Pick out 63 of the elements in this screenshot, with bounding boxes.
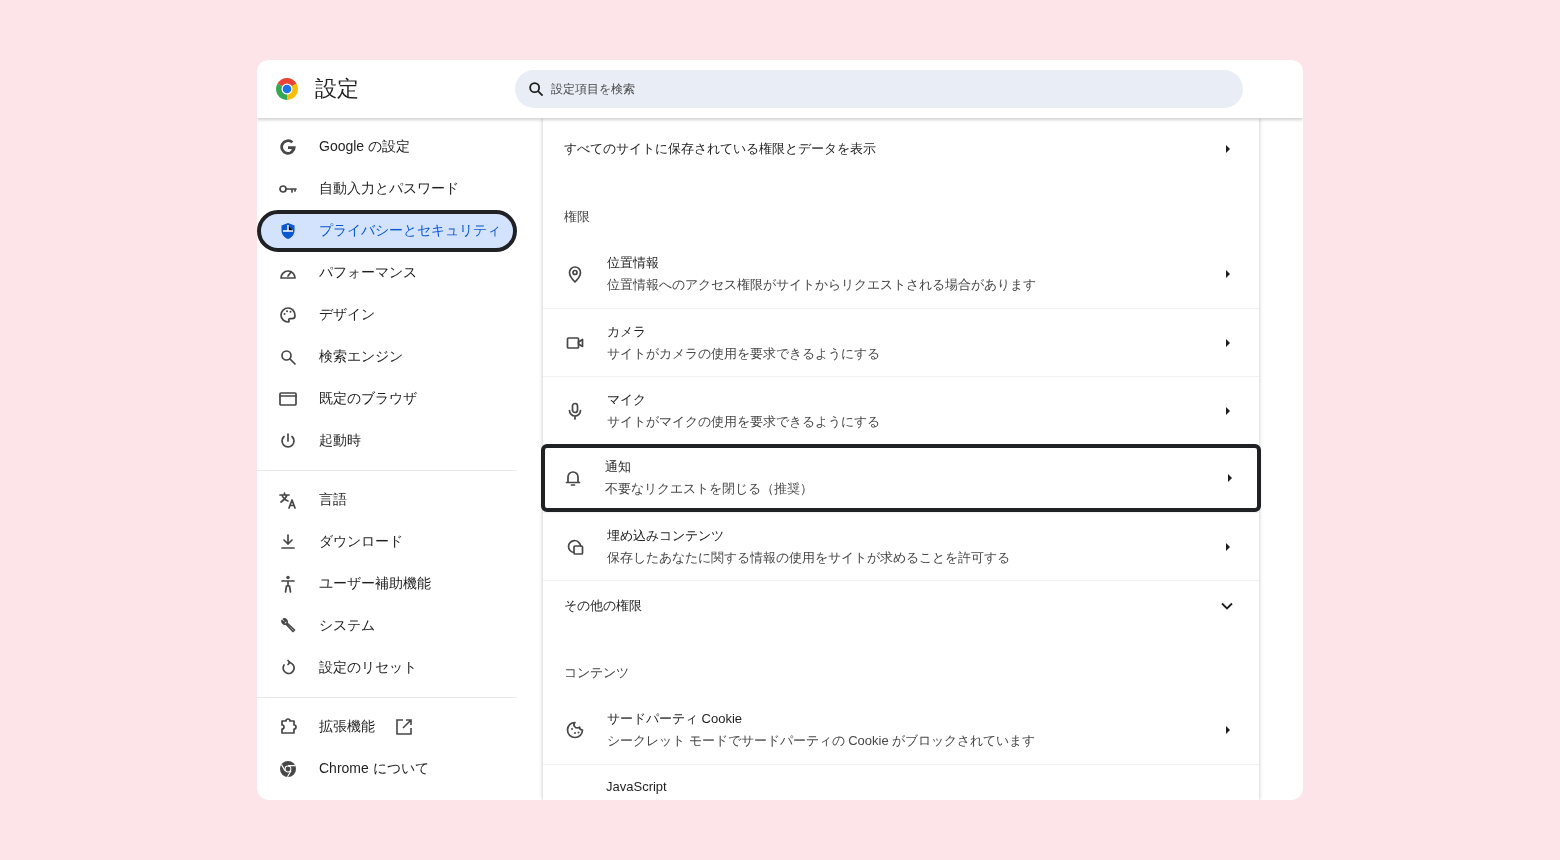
power-icon (278, 431, 298, 451)
chrome-logo-icon (278, 759, 298, 779)
section-heading: 権限 (563, 208, 591, 226)
permission-description: サイトがカメラの使用を要求できるようにする (607, 344, 881, 363)
sidebar-item[interactable]: ユーザー補助機能 (257, 563, 517, 605)
browser-window-icon (278, 389, 298, 409)
palette-icon (278, 305, 298, 325)
permission-title: カメラ (607, 322, 647, 341)
permission-description: 位置情報へのアクセス権限がサイトからリクエストされる場合があります (607, 276, 1037, 294)
search-icon (278, 347, 298, 367)
permission-description: 保存したあなたに関する情報の使用をサイトが求めることを許可する (607, 548, 1011, 567)
search-icon (527, 80, 545, 98)
sidebar-item[interactable]: 起動時 (257, 420, 517, 462)
permission-row[interactable]: 通知 不要なリクエストを閉じる（推奨） (541, 444, 1261, 512)
sidebar-item[interactable]: 既定のブラウザ (257, 378, 517, 420)
window-title: 設定 (315, 75, 360, 103)
download-icon (278, 532, 298, 552)
sidebar-item[interactable]: 言語 (257, 479, 517, 521)
permission-title: 位置情報 (607, 254, 660, 272)
bell-icon (563, 468, 583, 488)
chrome-logo-icon (275, 77, 299, 101)
puzzle-icon (278, 717, 298, 737)
sidebar-item[interactable]: 拡張機能 (257, 706, 517, 748)
translate-icon (278, 490, 298, 510)
sidebar-item[interactable]: 自動入力とパスワード (257, 168, 517, 210)
sidebar-item[interactable]: Chrome について (257, 748, 517, 790)
permission-row[interactable]: サードパーティ Cookie シークレット モードでサードパーティの Cookie がブロックされています (543, 696, 1259, 764)
arrow-right-icon (1225, 725, 1231, 735)
permission-row[interactable]: マイク サイトがマイクの使用を要求できるようにする (543, 376, 1259, 444)
section-heading: コンテンツ (563, 664, 630, 682)
settings-link-row[interactable]: すべてのサイトに保存されている権限とデータを表示 (543, 118, 1259, 180)
arrow-right-icon (1225, 144, 1231, 154)
search-field[interactable]: 設定項目を検索 (515, 70, 1243, 108)
permission-description: シークレット モードでサードパーティの Cookie がブロックされています (607, 732, 1037, 750)
permission-title: 通知 (605, 458, 632, 476)
google-g-icon (278, 137, 298, 157)
arrow-right-icon (1225, 269, 1231, 279)
arrow-right-icon (1225, 541, 1231, 552)
accessibility-icon (278, 574, 298, 594)
sidebar-item[interactable]: 設定のリセット (257, 647, 517, 689)
sidebar-item[interactable]: プライバシーとセキュリティ (257, 210, 517, 252)
sidebar-item[interactable]: システム (257, 605, 517, 647)
permission-title: サードパーティ Cookie (607, 710, 744, 728)
permission-title: 埋め込みコンテンツ (607, 526, 725, 545)
permission-row[interactable]: カメラ サイトがカメラの使用を要求できるようにする (543, 308, 1259, 376)
sidebar-item[interactable]: 検索エンジン (257, 336, 517, 378)
permission-title: マイク (607, 390, 647, 409)
permission-row[interactable]: 埋め込みコンテンツ 保存したあなたに関する情報の使用をサイトが求めることを許可する (543, 512, 1259, 580)
arrow-right-icon (1225, 337, 1231, 348)
arrow-right-icon (1225, 405, 1231, 416)
expandable-row[interactable]: その他の権限 (543, 580, 1259, 630)
arrow-right-icon (1227, 473, 1233, 483)
permission-title: JavaScript (606, 779, 667, 794)
chevron-down-icon (1221, 601, 1233, 610)
permission-description: 不要なリクエストを閉じる（推奨） (605, 480, 814, 498)
sidebar-item[interactable]: ダウンロード (257, 521, 517, 563)
sidebar-item[interactable]: Google の設定 (257, 126, 517, 168)
cookie-icon (565, 720, 585, 740)
shield-icon (278, 221, 298, 241)
permission-description: サイトがマイクの使用を要求できるようにする (607, 412, 881, 431)
sidebar-item[interactable]: デザイン (257, 294, 517, 336)
permission-row[interactable]: 位置情報 位置情報へのアクセス権限がサイトからリクエストされる場合があります (543, 240, 1259, 308)
sidebar-item[interactable]: パフォーマンス (257, 252, 517, 294)
